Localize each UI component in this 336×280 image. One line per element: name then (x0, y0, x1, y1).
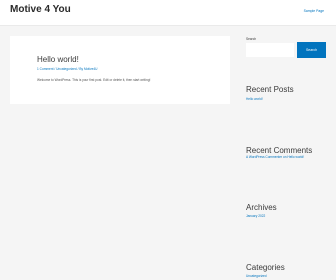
nav-link-sample-page[interactable]: Sample Page (304, 9, 324, 13)
archive-link[interactable]: January 2022 (246, 214, 265, 218)
recent-post-link[interactable]: Hello world! (246, 97, 263, 101)
category-link[interactable]: Uncategorized (246, 274, 267, 278)
recent-comment-link[interactable]: A WordPress Commenter on Hello world! (246, 155, 304, 159)
search-label: Search (246, 37, 257, 41)
search-input[interactable] (246, 43, 294, 57)
post-title[interactable]: Hello world! (37, 55, 79, 64)
post-excerpt: Welcome to WordPress. This is your first… (37, 78, 151, 82)
recent-comments-title: Recent Comments (246, 146, 313, 155)
sidebar: Search Search Recent Posts Hello world! … (246, 36, 328, 280)
search-button[interactable]: Search (297, 42, 326, 58)
archives-title: Archives (246, 203, 277, 212)
recent-posts-title: Recent Posts (246, 85, 294, 94)
post-meta[interactable]: 1 Comment / Uncategorized / By Motive4U (37, 67, 97, 71)
site-title[interactable]: Motive 4 You (10, 4, 71, 15)
site-header: Motive 4 You Sample Page (0, 0, 336, 26)
post-card: Hello world! 1 Comment / Uncategorized /… (10, 36, 230, 104)
categories-title: Categories (246, 263, 285, 272)
